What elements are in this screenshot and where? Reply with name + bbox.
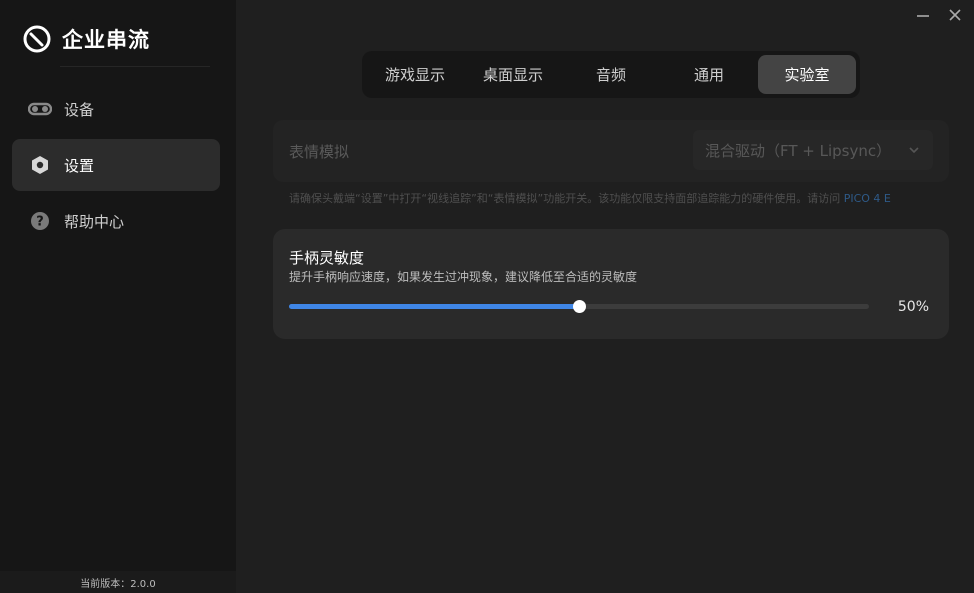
- sensitivity-value: 50%: [897, 299, 929, 315]
- sensitivity-title: 手柄灵敏度: [289, 249, 365, 267]
- goggles-icon: [28, 97, 52, 121]
- sensitivity-description: 提升手柄响应速度，如果发生过冲现象，建议降低至合适的灵敏度: [289, 270, 638, 284]
- expression-mode-value: 混合驱动（FT + Lipsync）: [705, 141, 892, 160]
- expression-mode-select[interactable]: 混合驱动（FT + Lipsync）: [693, 130, 933, 170]
- sidebar-item-label: 设备: [64, 100, 95, 119]
- controller-sensitivity-card: 手柄灵敏度 提升手柄响应速度，如果发生过冲现象，建议降低至合适的灵敏度 50%: [273, 229, 949, 339]
- slider-fill: [289, 304, 579, 309]
- tab-lab[interactable]: 实验室: [758, 55, 856, 94]
- settings-hex-icon: [28, 153, 52, 177]
- minimize-button[interactable]: [912, 4, 934, 26]
- tab-game-display[interactable]: 游戏显示: [366, 55, 464, 94]
- close-button[interactable]: [944, 4, 966, 26]
- version-label: 当前版本：2.0.0: [0, 571, 236, 593]
- expression-simulation-label: 表情模拟: [289, 143, 350, 161]
- expression-note: 请确保头戴端“设置”中打开“视线追踪”和“表情模拟”功能开关。该功能仅限支持面部…: [289, 190, 929, 206]
- svg-text:?: ?: [36, 215, 44, 230]
- settings-tabs: 游戏显示 桌面显示 音频 通用 实验室: [362, 51, 860, 98]
- sidebar: 企业串流 设备 设置 ? 帮助中心 当前版本：2.0.0: [0, 0, 236, 593]
- expression-note-text: 请确保头戴端“设置”中打开“视线追踪”和“表情模拟”功能开关。该功能仅限支持面部…: [289, 192, 844, 205]
- tab-general[interactable]: 通用: [660, 55, 758, 94]
- app-window: 企业串流 设备 设置 ? 帮助中心 当前版本：2.0.0 游戏显示 桌面显示 音…: [0, 0, 974, 593]
- sidebar-item-label: 设置: [64, 156, 95, 175]
- tab-audio[interactable]: 音频: [562, 55, 660, 94]
- app-name: 企业串流: [62, 28, 150, 52]
- help-circle-icon: ?: [28, 209, 52, 233]
- slider-thumb[interactable]: [573, 300, 586, 313]
- sidebar-item-devices[interactable]: 设备: [12, 83, 220, 135]
- brand: 企业串流: [22, 24, 150, 54]
- minimize-icon: [917, 15, 929, 17]
- pico-4e-link[interactable]: PICO 4 E: [844, 192, 891, 205]
- window-controls: [912, 4, 966, 26]
- app-logo-icon: [23, 25, 51, 53]
- brand-divider: [60, 66, 210, 67]
- sidebar-item-label: 帮助中心: [64, 212, 125, 231]
- chevron-down-icon: [909, 147, 919, 154]
- close-icon: [949, 9, 961, 21]
- tab-desktop-display[interactable]: 桌面显示: [464, 55, 562, 94]
- sidebar-item-settings[interactable]: 设置: [12, 139, 220, 191]
- sidebar-item-help[interactable]: ? 帮助中心: [12, 195, 220, 247]
- sensitivity-slider[interactable]: [289, 300, 869, 313]
- expression-simulation-card: 表情模拟 混合驱动（FT + Lipsync）: [273, 120, 949, 182]
- sidebar-nav: 设备 设置 ? 帮助中心: [12, 83, 220, 251]
